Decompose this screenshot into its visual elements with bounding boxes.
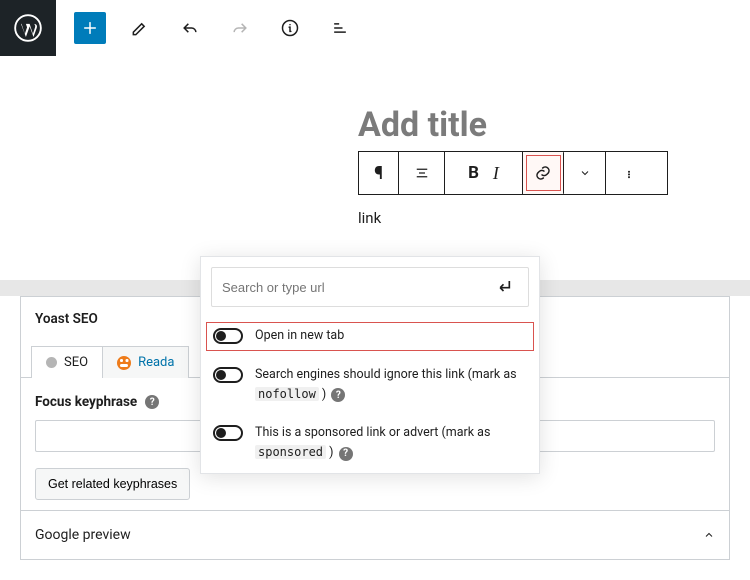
list-view-button[interactable] bbox=[324, 12, 356, 44]
nofollow-row: Search engines should ignore this link (… bbox=[201, 356, 539, 415]
link-url-field-wrap bbox=[211, 267, 529, 307]
nofollow-toggle[interactable] bbox=[213, 367, 243, 383]
align-icon bbox=[413, 164, 431, 182]
chevron-down-icon bbox=[579, 167, 591, 179]
sponsored-toggle[interactable] bbox=[213, 425, 243, 441]
google-preview-toggle[interactable]: Google preview bbox=[21, 510, 729, 559]
help-icon[interactable]: ? bbox=[339, 447, 353, 461]
link-icon bbox=[534, 164, 552, 182]
link-url-input[interactable] bbox=[222, 280, 496, 295]
link-button[interactable] bbox=[523, 152, 564, 194]
sponsored-row: This is a sponsored link or advert (mark… bbox=[201, 414, 539, 473]
align-button[interactable] bbox=[399, 152, 445, 194]
block-more-button[interactable]: ··· bbox=[606, 152, 650, 194]
score-dot-gray bbox=[46, 357, 57, 368]
get-related-keyphrases-button[interactable]: Get related keyphrases bbox=[35, 468, 190, 500]
nofollow-label: Search engines should ignore this link (… bbox=[255, 366, 525, 405]
wordpress-logo[interactable] bbox=[0, 0, 56, 56]
bold-button[interactable]: B bbox=[468, 163, 479, 183]
sponsored-label: This is a sponsored link or advert (mark… bbox=[255, 424, 525, 463]
enter-icon bbox=[496, 276, 516, 296]
block-toolbar: ¶ B I ··· bbox=[358, 151, 668, 195]
chevron-up-icon bbox=[703, 529, 715, 541]
tab-seo[interactable]: SEO bbox=[31, 346, 103, 378]
open-new-tab-toggle[interactable] bbox=[213, 328, 243, 344]
edit-modes-button[interactable] bbox=[124, 12, 156, 44]
inline-format-group: B I bbox=[445, 152, 523, 194]
info-button[interactable] bbox=[274, 12, 306, 44]
paragraph-content[interactable]: link bbox=[358, 209, 668, 227]
tab-readability[interactable]: Reada bbox=[102, 346, 189, 378]
tab-readability-label: Reada bbox=[138, 355, 174, 370]
undo-button[interactable] bbox=[174, 12, 206, 44]
paragraph-block-button[interactable]: ¶ bbox=[359, 152, 399, 194]
google-preview-label: Google preview bbox=[35, 527, 131, 543]
pilcrow-icon: ¶ bbox=[374, 163, 383, 184]
help-icon[interactable]: ? bbox=[145, 395, 159, 409]
add-block-button[interactable] bbox=[74, 12, 106, 44]
kebab-icon: ··· bbox=[617, 169, 638, 177]
score-dot-orange bbox=[117, 356, 131, 370]
help-icon[interactable]: ? bbox=[331, 388, 345, 402]
link-popover: Open in new tab Search engines should ig… bbox=[200, 256, 540, 474]
italic-button[interactable]: I bbox=[493, 163, 499, 184]
redo-button bbox=[224, 12, 256, 44]
more-inline-button[interactable] bbox=[564, 152, 606, 194]
open-new-tab-label: Open in new tab bbox=[255, 327, 344, 346]
post-title-placeholder[interactable]: Add title bbox=[358, 105, 668, 145]
open-new-tab-row: Open in new tab bbox=[201, 317, 539, 356]
submit-link-button[interactable] bbox=[496, 276, 518, 298]
tab-seo-label: SEO bbox=[64, 355, 88, 370]
